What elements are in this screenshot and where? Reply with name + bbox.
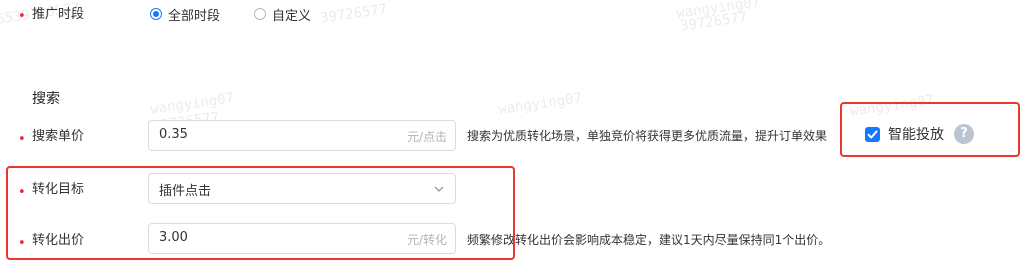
required-marker: • bbox=[18, 132, 26, 147]
search-bid-input[interactable]: 0.35 元/点击 bbox=[148, 120, 456, 151]
search-bid-help: 搜索为优质转化场景，单独竞价将获得更多优质流量，提升订单效果 bbox=[467, 129, 828, 143]
schedule-option-custom[interactable]: 自定义 bbox=[254, 5, 311, 24]
conversion-bid-help: 频繁修改转化出价会影响成本稳定，建议1天内尽量保持同1个出价。 bbox=[467, 233, 831, 247]
watermark-text: wangying07 bbox=[497, 90, 584, 118]
search-bid-unit: 元/点击 bbox=[406, 130, 447, 144]
highlight-box-conversion bbox=[6, 166, 515, 260]
watermark-text: wangying07 bbox=[675, 0, 762, 22]
schedule-option-all[interactable]: 全部时段 bbox=[150, 5, 220, 24]
search-bid-label: 搜索单价 bbox=[32, 129, 85, 144]
highlight-box-smart-delivery bbox=[840, 102, 1020, 157]
radio-checked-icon bbox=[150, 8, 162, 20]
schedule-option-custom-label: 自定义 bbox=[272, 8, 312, 24]
search-bid-value: 0.35 bbox=[159, 127, 188, 142]
schedule-option-all-label: 全部时段 bbox=[168, 8, 221, 24]
watermark-text: 39726577 bbox=[679, 9, 749, 35]
schedule-label: 推广时段 bbox=[32, 7, 85, 22]
watermark-text: 39726577 bbox=[319, 1, 389, 27]
schedule-radio-group: 全部时段 自定义 bbox=[150, 5, 327, 24]
section-title-search: 搜索 bbox=[32, 91, 60, 107]
radio-unchecked-icon bbox=[254, 8, 267, 20]
required-marker: • bbox=[18, 9, 26, 24]
watermark-text: wangying07 bbox=[149, 90, 236, 118]
